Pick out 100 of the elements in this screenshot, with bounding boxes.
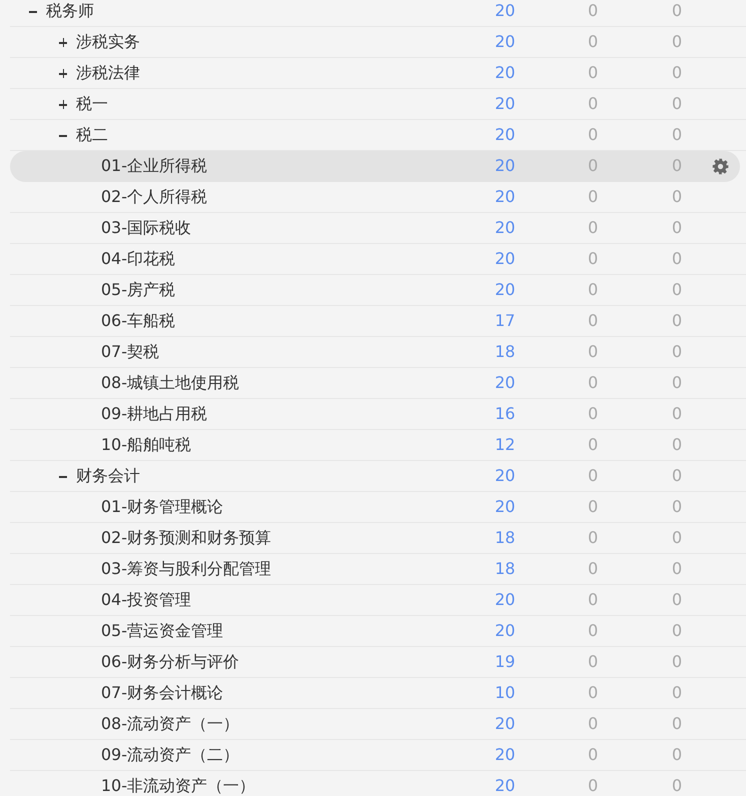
tree-item-label[interactable]: 02-财务预测和财务预算 bbox=[101, 526, 272, 550]
tree-item-label[interactable]: 04-印花税 bbox=[101, 247, 176, 271]
tree-item-label[interactable]: 涉税法律 bbox=[76, 61, 140, 85]
tree-row[interactable]: 02-财务预测和财务预算 18 0 0 bbox=[10, 523, 746, 554]
count-cell-text: 20 bbox=[494, 93, 516, 115]
tree-item-label[interactable]: 10-船舶吨税 bbox=[101, 433, 192, 457]
tree-row[interactable]: 04-印花税 20 0 0 bbox=[10, 244, 746, 275]
count-cell-text: 0 bbox=[586, 620, 600, 642]
tree-row[interactable]: 09-耕地占用税 16 0 0 bbox=[10, 399, 746, 430]
count-cell-text: 0 bbox=[586, 744, 600, 766]
tree-item-label[interactable]: 02-个人所得税 bbox=[101, 185, 208, 209]
count-cell-text: 0 bbox=[670, 0, 684, 22]
count-cell-text: 18 bbox=[494, 527, 516, 549]
count-cell-text: 0 bbox=[670, 155, 684, 177]
tree-item-label[interactable]: 09-流动资产（二） bbox=[101, 743, 240, 767]
tree-item-label[interactable]: 01-企业所得税 bbox=[101, 154, 208, 178]
count-cell-text: 0 bbox=[670, 775, 684, 796]
count-cell-text: 20 bbox=[494, 713, 516, 735]
tree-row[interactable]: 05-营运资金管理 20 0 0 bbox=[10, 616, 746, 647]
tree-row[interactable]: 09-流动资产（二） 20 0 0 bbox=[10, 740, 746, 771]
tree-item-label[interactable]: 09-耕地占用税 bbox=[101, 402, 208, 426]
tree-item-label[interactable]: 08-城镇土地使用税 bbox=[101, 371, 240, 395]
count-cell-text: 0 bbox=[586, 465, 600, 487]
tree-item-label[interactable]: 07-契税 bbox=[101, 340, 160, 364]
count-cell-text: 0 bbox=[670, 682, 684, 704]
tree-item-label[interactable]: 06-财务分析与评价 bbox=[101, 650, 240, 674]
count-cell-text: 0 bbox=[586, 0, 600, 22]
tree-item-label[interactable]: 06-车船税 bbox=[101, 309, 176, 333]
count-cell-text: 20 bbox=[494, 372, 516, 394]
count-cell-text: 0 bbox=[670, 496, 684, 518]
count-cell-text: 16 bbox=[494, 403, 516, 425]
count-cell-text: 0 bbox=[670, 31, 684, 53]
tree-row[interactable]: 01-企业所得税 20 0 0 bbox=[10, 151, 740, 182]
tree-row[interactable]: 税一 20 0 0 bbox=[10, 89, 746, 120]
tree-row[interactable]: 04-投资管理 20 0 0 bbox=[10, 585, 746, 616]
count-cell-text: 20 bbox=[494, 620, 516, 642]
count-cell-text: 20 bbox=[494, 186, 516, 208]
tree-item-label[interactable]: 税一 bbox=[76, 92, 108, 116]
tree-item-label[interactable]: 05-营运资金管理 bbox=[101, 619, 224, 643]
count-cell-text: 0 bbox=[586, 248, 600, 270]
tree-row[interactable]: 10-船舶吨税 12 0 0 bbox=[10, 430, 746, 461]
tree-item-label[interactable]: 涉税实务 bbox=[76, 30, 140, 54]
tree-row[interactable]: 06-车船税 17 0 0 bbox=[10, 306, 746, 337]
tree-row[interactable]: 07-财务会计概论 10 0 0 bbox=[10, 678, 746, 709]
count-cell-text: 12 bbox=[494, 434, 516, 456]
count-cell-text: 0 bbox=[586, 434, 600, 456]
tree-item-label[interactable]: 税二 bbox=[76, 123, 108, 147]
count-cell-text: 0 bbox=[586, 403, 600, 425]
tree-item-label[interactable]: 04-投资管理 bbox=[101, 588, 192, 612]
expand-icon[interactable] bbox=[56, 97, 70, 111]
count-cell-text: 20 bbox=[494, 775, 516, 796]
tree-row[interactable]: 税务师 20 0 0 bbox=[10, 0, 746, 27]
count-cell-text: 0 bbox=[670, 124, 684, 146]
count-cell-text: 0 bbox=[586, 310, 600, 332]
tree-row[interactable]: 05-房产税 20 0 0 bbox=[10, 275, 746, 306]
tree-row[interactable]: 01-财务管理概论 20 0 0 bbox=[10, 492, 746, 523]
tree-row[interactable]: 08-流动资产（一） 20 0 0 bbox=[10, 709, 746, 740]
count-cell-text: 20 bbox=[494, 279, 516, 301]
count-cell-text: 20 bbox=[494, 124, 516, 146]
count-cell-text: 20 bbox=[494, 0, 516, 22]
tree-row[interactable]: 财务会计 20 0 0 bbox=[10, 461, 746, 492]
expand-icon[interactable] bbox=[56, 66, 70, 80]
expand-icon[interactable] bbox=[56, 35, 70, 49]
count-cell-text: 0 bbox=[586, 775, 600, 796]
tree-row[interactable]: 涉税实务 20 0 0 bbox=[10, 27, 746, 58]
tree-item-label[interactable]: 08-流动资产（一） bbox=[101, 712, 240, 736]
tree-row[interactable]: 涉税法律 20 0 0 bbox=[10, 58, 746, 89]
count-cell-text: 0 bbox=[670, 651, 684, 673]
count-cell-text: 0 bbox=[586, 496, 600, 518]
count-cell-text: 17 bbox=[494, 310, 516, 332]
settings-icon[interactable] bbox=[712, 158, 728, 174]
count-cell-text: 20 bbox=[494, 465, 516, 487]
tree-row[interactable]: 03-筹资与股利分配管理 18 0 0 bbox=[10, 554, 746, 585]
tree-row[interactable]: 06-财务分析与评价 19 0 0 bbox=[10, 647, 746, 678]
count-cell-text: 0 bbox=[670, 93, 684, 115]
count-cell-text: 0 bbox=[670, 620, 684, 642]
count-cell-text: 20 bbox=[494, 217, 516, 239]
tree-row[interactable]: 10-非流动资产（一） 20 0 0 bbox=[10, 771, 746, 796]
tree-item-label[interactable]: 10-非流动资产（一） bbox=[101, 774, 256, 796]
count-cell-text: 0 bbox=[670, 589, 684, 611]
tree-item-label[interactable]: 03-国际税收 bbox=[101, 216, 192, 240]
tree-item-label[interactable]: 05-房产税 bbox=[101, 278, 176, 302]
tree-row[interactable]: 03-国际税收 20 0 0 bbox=[10, 213, 746, 244]
tree-item-label[interactable]: 07-财务会计概论 bbox=[101, 681, 224, 705]
count-cell-text: 0 bbox=[670, 403, 684, 425]
count-cell-text: 0 bbox=[586, 62, 600, 84]
count-cell-text: 0 bbox=[586, 682, 600, 704]
count-cell-text: 0 bbox=[586, 527, 600, 549]
tree-row[interactable]: 08-城镇土地使用税 20 0 0 bbox=[10, 368, 746, 399]
count-cell-text: 20 bbox=[494, 589, 516, 611]
tree-row[interactable]: 02-个人所得税 20 0 0 bbox=[10, 182, 746, 213]
count-cell-text: 0 bbox=[670, 713, 684, 735]
count-cell-text: 0 bbox=[670, 465, 684, 487]
count-cell-text: 0 bbox=[586, 651, 600, 673]
count-cell-text: 0 bbox=[670, 217, 684, 239]
tree-item-label[interactable]: 财务会计 bbox=[76, 464, 140, 488]
tree-row[interactable]: 07-契税 18 0 0 bbox=[10, 337, 746, 368]
tree-item-label[interactable]: 税务师 bbox=[46, 0, 94, 23]
tree-item-label[interactable]: 03-筹资与股利分配管理 bbox=[101, 557, 272, 581]
tree-item-label[interactable]: 01-财务管理概论 bbox=[101, 495, 224, 519]
